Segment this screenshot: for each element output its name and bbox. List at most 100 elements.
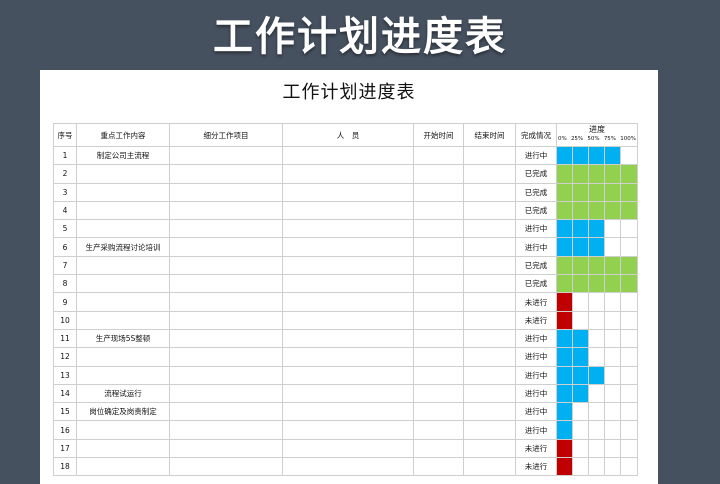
row-end-time-cell[interactable] xyxy=(463,347,516,367)
row-detail-cell[interactable] xyxy=(169,438,283,459)
row-index-cell[interactable]: 6 xyxy=(53,237,77,257)
row-start-time-cell[interactable] xyxy=(413,420,464,440)
row-detail-cell[interactable] xyxy=(169,365,283,385)
row-index-cell[interactable]: 18 xyxy=(53,457,77,477)
row-end-time-cell[interactable] xyxy=(463,420,516,440)
row-status-cell[interactable]: 进行中 xyxy=(515,237,557,257)
row-start-time-cell[interactable] xyxy=(413,274,464,294)
row-people-cell[interactable] xyxy=(282,274,414,294)
row-detail-cell[interactable] xyxy=(169,457,283,477)
row-start-time-cell[interactable] xyxy=(413,237,464,257)
row-detail-cell[interactable] xyxy=(169,402,283,422)
row-detail-cell[interactable] xyxy=(169,347,283,367)
row-people-cell[interactable] xyxy=(282,200,414,221)
row-detail-cell[interactable] xyxy=(169,164,283,184)
row-index-cell[interactable]: 10 xyxy=(53,310,77,330)
row-status-cell[interactable]: 未进行 xyxy=(515,457,557,477)
row-people-cell[interactable] xyxy=(282,292,414,312)
row-detail-cell[interactable] xyxy=(169,182,283,202)
row-key-work-cell[interactable]: 岗位确定及岗责制定 xyxy=(76,402,170,422)
row-status-cell[interactable]: 进行中 xyxy=(515,219,557,239)
row-key-work-cell[interactable] xyxy=(76,200,170,221)
row-people-cell[interactable] xyxy=(282,237,414,257)
row-people-cell[interactable] xyxy=(282,310,414,330)
row-key-work-cell[interactable] xyxy=(76,365,170,385)
row-start-time-cell[interactable] xyxy=(413,200,464,221)
row-key-work-cell[interactable] xyxy=(76,438,170,459)
row-detail-cell[interactable] xyxy=(169,420,283,440)
row-status-cell[interactable]: 进行中 xyxy=(515,420,557,440)
row-detail-cell[interactable] xyxy=(169,145,283,166)
row-end-time-cell[interactable] xyxy=(463,328,516,349)
row-index-cell[interactable]: 3 xyxy=(53,182,77,202)
row-status-cell[interactable]: 已完成 xyxy=(515,164,557,184)
row-index-cell[interactable]: 14 xyxy=(53,383,77,404)
row-detail-cell[interactable] xyxy=(169,310,283,330)
row-status-cell[interactable]: 进行中 xyxy=(515,402,557,422)
row-start-time-cell[interactable] xyxy=(413,164,464,184)
row-key-work-cell[interactable]: 流程试运行 xyxy=(76,383,170,404)
row-index-cell[interactable]: 13 xyxy=(53,365,77,385)
row-end-time-cell[interactable] xyxy=(463,365,516,385)
row-start-time-cell[interactable] xyxy=(413,438,464,459)
row-end-time-cell[interactable] xyxy=(463,237,516,257)
row-end-time-cell[interactable] xyxy=(463,438,516,459)
row-detail-cell[interactable] xyxy=(169,292,283,312)
row-end-time-cell[interactable] xyxy=(463,457,516,477)
row-detail-cell[interactable] xyxy=(169,219,283,239)
row-status-cell[interactable]: 未进行 xyxy=(515,310,557,330)
row-end-time-cell[interactable] xyxy=(463,255,516,276)
row-end-time-cell[interactable] xyxy=(463,292,516,312)
row-people-cell[interactable] xyxy=(282,328,414,349)
row-end-time-cell[interactable] xyxy=(463,200,516,221)
row-index-cell[interactable]: 8 xyxy=(53,274,77,294)
row-start-time-cell[interactable] xyxy=(413,347,464,367)
row-people-cell[interactable] xyxy=(282,347,414,367)
row-status-cell[interactable]: 未进行 xyxy=(515,438,557,459)
row-end-time-cell[interactable] xyxy=(463,402,516,422)
row-people-cell[interactable] xyxy=(282,383,414,404)
row-start-time-cell[interactable] xyxy=(413,310,464,330)
row-start-time-cell[interactable] xyxy=(413,292,464,312)
row-key-work-cell[interactable] xyxy=(76,292,170,312)
row-start-time-cell[interactable] xyxy=(413,402,464,422)
row-key-work-cell[interactable] xyxy=(76,219,170,239)
row-key-work-cell[interactable]: 制定公司主流程 xyxy=(76,145,170,166)
row-status-cell[interactable]: 已完成 xyxy=(515,182,557,202)
row-people-cell[interactable] xyxy=(282,402,414,422)
row-index-cell[interactable]: 5 xyxy=(53,219,77,239)
row-index-cell[interactable]: 12 xyxy=(53,347,77,367)
row-status-cell[interactable]: 未进行 xyxy=(515,292,557,312)
row-key-work-cell[interactable] xyxy=(76,420,170,440)
row-people-cell[interactable] xyxy=(282,145,414,166)
row-key-work-cell[interactable] xyxy=(76,347,170,367)
row-index-cell[interactable]: 9 xyxy=(53,292,77,312)
row-end-time-cell[interactable] xyxy=(463,145,516,166)
row-status-cell[interactable]: 进行中 xyxy=(515,347,557,367)
row-index-cell[interactable]: 15 xyxy=(53,402,77,422)
row-detail-cell[interactable] xyxy=(169,255,283,276)
row-start-time-cell[interactable] xyxy=(413,365,464,385)
row-status-cell[interactable]: 进行中 xyxy=(515,365,557,385)
row-key-work-cell[interactable] xyxy=(76,255,170,276)
row-people-cell[interactable] xyxy=(282,420,414,440)
row-start-time-cell[interactable] xyxy=(413,457,464,477)
row-index-cell[interactable]: 4 xyxy=(53,200,77,221)
row-detail-cell[interactable] xyxy=(169,328,283,349)
row-index-cell[interactable]: 1 xyxy=(53,145,77,166)
row-start-time-cell[interactable] xyxy=(413,383,464,404)
row-key-work-cell[interactable]: 生产现场5S整顿 xyxy=(76,328,170,349)
row-key-work-cell[interactable] xyxy=(76,457,170,477)
row-end-time-cell[interactable] xyxy=(463,164,516,184)
row-detail-cell[interactable] xyxy=(169,274,283,294)
row-key-work-cell[interactable] xyxy=(76,182,170,202)
row-people-cell[interactable] xyxy=(282,457,414,477)
row-end-time-cell[interactable] xyxy=(463,219,516,239)
row-status-cell[interactable]: 进行中 xyxy=(515,328,557,349)
row-index-cell[interactable]: 2 xyxy=(53,164,77,184)
row-people-cell[interactable] xyxy=(282,182,414,202)
row-people-cell[interactable] xyxy=(282,219,414,239)
row-key-work-cell[interactable] xyxy=(76,310,170,330)
row-end-time-cell[interactable] xyxy=(463,310,516,330)
row-end-time-cell[interactable] xyxy=(463,182,516,202)
